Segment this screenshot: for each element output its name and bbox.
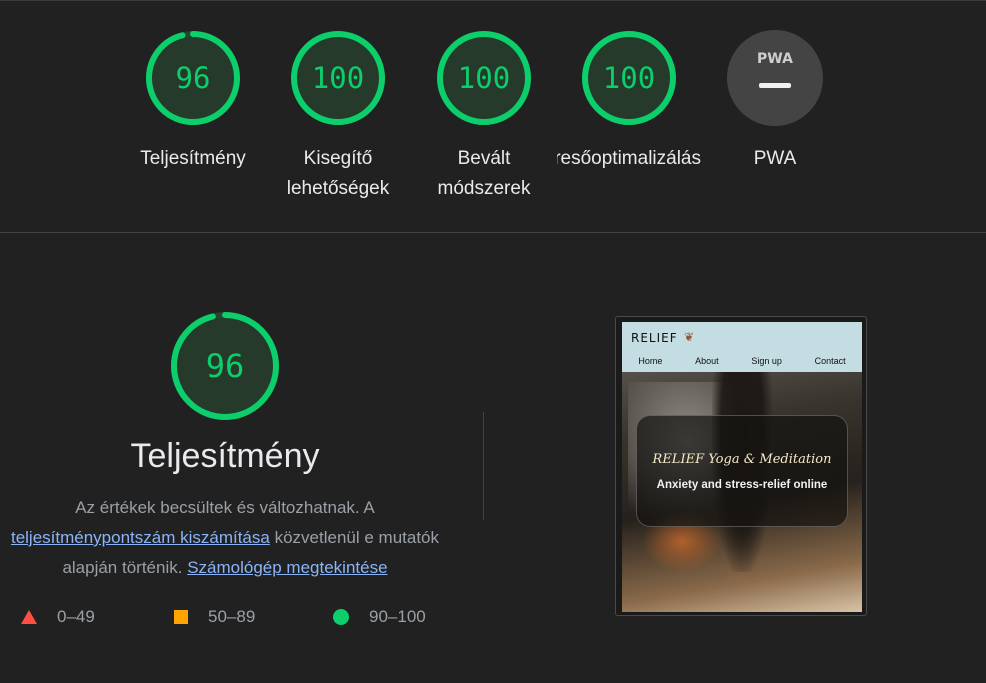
vertical-divider	[483, 412, 484, 520]
pwa-badge-text: PWA	[757, 51, 793, 67]
preview-nav-home: Home	[638, 356, 663, 366]
preview-header: RELIEF ❦ Home About Sign up Contact	[622, 322, 862, 372]
score-calculation-link[interactable]: teljesítménypontszám kiszámítása	[11, 528, 270, 547]
performance-description: Az értékek becsültek és változhatnak. A …	[0, 493, 460, 583]
gauge-score: 100	[311, 61, 365, 95]
preview-nav-signup: Sign up	[751, 356, 782, 366]
legend-item-pass: 90–100	[333, 607, 426, 627]
triangle-icon	[21, 610, 37, 624]
legend-item-average: 50–89	[174, 607, 255, 627]
gauge-label: PWA	[753, 148, 797, 169]
hero-title: RELIEF Yoga & Meditation	[652, 452, 832, 467]
gauge-label: Keresőoptimalizálás	[557, 148, 701, 169]
category-gauges: 96 Teljesítmény 100 Kisegítő lehetőségek…	[0, 0, 986, 232]
preview-nav-about: About	[695, 356, 719, 366]
section-divider	[0, 232, 986, 233]
gauge-pwa[interactable]: PWA PWA	[715, 30, 835, 174]
gauge-accessibility[interactable]: 100 Kisegítő lehetőségek	[278, 30, 398, 204]
hero-subtitle: Anxiety and stress-relief online	[656, 479, 828, 491]
gauge-score: 100	[457, 61, 511, 95]
gauge-best-practices[interactable]: 100 Bevált módszerek	[424, 30, 544, 204]
legend-range: 90–100	[369, 607, 426, 626]
gauge-label: Bevált módszerek	[437, 148, 531, 199]
legend-item-fail: 0–49	[21, 607, 95, 627]
preview-nav: Home About Sign up Contact	[622, 356, 862, 366]
desc-text: Az értékek becsültek és változhatnak. A	[75, 498, 375, 517]
gauge-performance[interactable]: 96 Teljesítmény	[133, 30, 253, 174]
page-preview: RELIEF ❦ Home About Sign up Contact RELI…	[622, 322, 862, 612]
calculator-link[interactable]: Számológép megtekintése	[187, 558, 387, 577]
gauge-label: Teljesítmény	[140, 148, 246, 169]
gauge-seo[interactable]: 100 Keresőoptimalizálás	[557, 30, 701, 174]
hero-overlay: RELIEF Yoga & Meditation Anxiety and str…	[636, 415, 848, 527]
pwa-badge-icon: PWA	[727, 30, 823, 126]
legend-range: 0–49	[57, 607, 95, 626]
square-icon	[174, 610, 188, 624]
legend-range: 50–89	[208, 607, 256, 626]
gauge-score: 100	[602, 61, 656, 95]
final-screenshot[interactable]: RELIEF ❦ Home About Sign up Contact RELI…	[615, 316, 867, 616]
gauge-label: Kisegítő lehetőségek	[286, 148, 390, 199]
performance-gauge: 96	[170, 311, 280, 421]
preview-logo: RELIEF	[631, 331, 678, 345]
lotus-icon: ❦	[684, 330, 695, 344]
preview-nav-contact: Contact	[814, 356, 846, 366]
performance-title: Teljesítmény	[130, 437, 320, 475]
circle-icon	[333, 609, 349, 625]
performance-score: 96	[205, 347, 245, 385]
gauge-score: 96	[175, 61, 211, 95]
